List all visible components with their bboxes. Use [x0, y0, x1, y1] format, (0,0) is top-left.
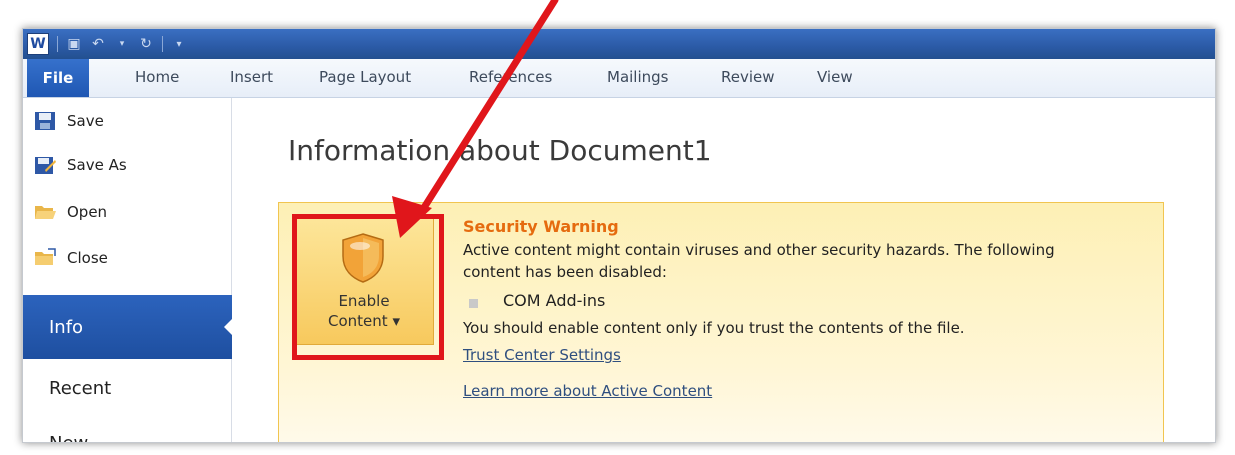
sidebar-item-label: Open: [67, 203, 108, 221]
toolbar-separator: [162, 36, 163, 52]
quick-access-toolbar: W ▣ ↶ ▾ ↻ ▾: [27, 32, 187, 56]
warning-text-line2: content has been disabled:: [463, 263, 667, 281]
word-window: W ▣ ↶ ▾ ↻ ▾ File Home Insert Page Layout…: [22, 28, 1216, 443]
sidebar-item-recent[interactable]: Recent: [49, 378, 111, 399]
customize-icon[interactable]: ▾: [171, 36, 187, 52]
sidebar-item-save-as[interactable]: Save As: [33, 154, 127, 176]
highlight-box: [292, 214, 444, 360]
sidebar-item-label: Save: [67, 112, 104, 130]
title-bar: W ▣ ↶ ▾ ↻ ▾: [23, 29, 1215, 59]
warning-text-line1: Active content might contain viruses and…: [463, 241, 1055, 259]
save-icon: [35, 112, 55, 130]
tab-review[interactable]: Review: [721, 68, 775, 86]
tab-page-layout[interactable]: Page Layout: [319, 68, 411, 86]
tab-view[interactable]: View: [817, 68, 853, 86]
tab-file[interactable]: File: [27, 59, 89, 97]
enable-content-button[interactable]: Enable Content ▾: [292, 214, 444, 360]
folder-close-icon: [35, 248, 56, 265]
page-title: Information about Document1: [288, 134, 712, 167]
toolbar-separator: [57, 36, 58, 52]
sidebar-item-open[interactable]: Open: [33, 201, 107, 223]
backstage-sidebar: Save Save As Open Close Info Recent: [23, 98, 234, 442]
tab-references[interactable]: References: [469, 68, 552, 86]
save-as-icon: [35, 157, 56, 174]
bullet-icon: [469, 299, 478, 308]
sidebar-item-label: Save As: [67, 156, 127, 174]
folder-open-icon: [35, 206, 56, 219]
backstage-info-pane: Information about Document1 Enable Conte…: [232, 98, 1215, 442]
tab-home[interactable]: Home: [135, 68, 179, 86]
sidebar-item-label: Close: [67, 249, 108, 267]
save-icon[interactable]: ▣: [66, 36, 82, 52]
warning-text-line3: You should enable content only if you tr…: [463, 319, 965, 337]
disabled-item: COM Add-ins: [503, 291, 606, 310]
learn-more-link[interactable]: Learn more about Active Content: [463, 382, 712, 400]
sidebar-item-close[interactable]: Close: [33, 247, 108, 269]
sidebar-item-label: Info: [49, 316, 84, 338]
sidebar-item-info[interactable]: Info: [23, 295, 234, 359]
chevron-down-icon[interactable]: ▾: [114, 36, 130, 52]
word-app-icon[interactable]: W: [27, 33, 49, 55]
redo-icon[interactable]: ↻: [138, 36, 154, 52]
sidebar-item-save[interactable]: Save: [33, 110, 104, 132]
security-warning-panel: Enable Content ▾ Security Warning Active…: [278, 202, 1164, 442]
tab-insert[interactable]: Insert: [230, 68, 273, 86]
undo-icon[interactable]: ↶: [90, 36, 106, 52]
warning-title: Security Warning: [463, 217, 619, 236]
trust-center-settings-link[interactable]: Trust Center Settings: [463, 346, 621, 364]
ribbon-tabs: File Home Insert Page Layout References …: [23, 59, 1215, 98]
sidebar-item-new[interactable]: New: [49, 433, 88, 442]
tab-mailings[interactable]: Mailings: [607, 68, 668, 86]
